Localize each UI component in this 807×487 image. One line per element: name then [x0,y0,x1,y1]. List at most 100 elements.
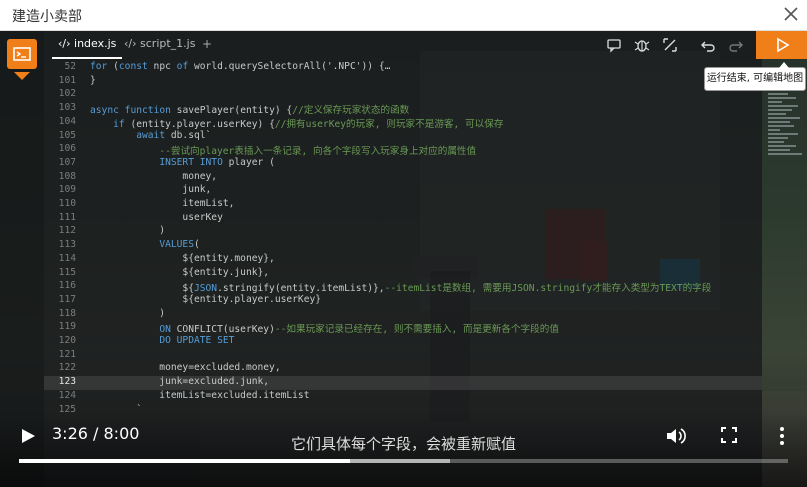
code-line[interactable]: 101} [44,75,762,89]
code-text: junk=excluded.junk, [90,376,270,388]
line-number: 109 [58,184,76,196]
line-number: 121 [58,348,76,360]
line-number: 114 [58,252,76,264]
close-icon[interactable] [781,4,801,24]
editor-toolbar [562,31,762,59]
code-text: userKey [90,211,223,223]
run-button[interactable] [756,31,807,59]
bug-icon[interactable] [634,37,650,53]
line-number: 101 [58,74,76,86]
code-text: ON CONFLICT(userKey)--如果玩家记录已经存在, 则不需要插入… [159,324,559,336]
line-number: 117 [58,293,76,305]
code-icon: ‹/› [58,37,71,50]
volume-icon[interactable] [664,425,686,447]
tab-index-js[interactable]: ‹/› index.js [51,37,123,59]
code-line[interactable]: 107 INSERT INTO player ( [44,157,762,171]
line-number: 52 [64,61,76,72]
code-line[interactable]: 120 DO UPDATE SET [44,335,762,349]
code-text: INSERT INTO player ( [159,156,275,168]
code-text: await db.sql` [136,129,212,141]
video-player[interactable]: ‹/› index.js ‹/› script_1.js + 52 for (co… [0,31,807,487]
code-line[interactable]: 102 [44,88,762,102]
line-number: 103 [58,102,76,114]
code-line[interactable]: 103 async function savePlayer(entity) {//… [44,102,762,116]
code-line[interactable]: 112 ) [44,225,762,239]
code-text: DO UPDATE SET [159,335,235,346]
code-text: async function savePlayer(entity) {//定义保… [90,105,410,117]
redo-icon[interactable] [728,37,744,53]
line-number: 111 [58,211,76,223]
code-line[interactable]: 117 ${entity.player.userKey} [44,294,762,308]
code-line[interactable]: 118 ) [44,308,762,322]
window-titlebar: 建造小卖部 [0,0,807,31]
code-text: ) [90,225,166,237]
line-number: 122 [58,362,76,374]
line-number: 116 [58,280,76,292]
comment-icon[interactable] [606,37,622,53]
line-number: 124 [58,389,76,401]
line-number: 102 [58,88,76,100]
code-line[interactable]: 110 itemList, [44,198,762,212]
code-text: itemList=excluded.itemList [90,389,310,401]
code-line[interactable]: 109 junk, [44,184,762,198]
code-text: itemList, [90,198,235,209]
line-number: 106 [58,143,76,155]
code-text: ${entity.junk}, [90,266,270,278]
play-outline-icon [777,37,790,53]
fullscreen-icon[interactable] [720,426,738,444]
code-line[interactable]: 124 itemList=excluded.itemList [44,390,762,404]
code-line[interactable]: 122 money=excluded.money, [44,362,762,376]
code-text: ${JSON.stringify(entity.itemList)},--ite… [90,283,712,295]
progress-bar[interactable] [19,459,788,463]
line-number: 104 [58,115,76,127]
line-number: 123 [58,376,76,388]
line-number: 112 [58,225,76,237]
add-tab-button[interactable]: + [202,37,212,51]
video-controls: 3:26 / 8:00 它们具体每个字段，会被重新赋值 [0,411,807,487]
code-text: --尝试向player表插入一条记录, 向各个字段写入玩家身上对应的属性值 [159,146,477,158]
code-text: money=excluded.money, [90,362,281,374]
expand-icon[interactable] [662,37,678,53]
code-text: ) [90,307,166,319]
code-icon: ‹/› [124,37,137,50]
code-text: money, [90,170,218,182]
code-line[interactable]: 121 [44,349,762,363]
progress-fill [19,459,350,463]
code-line[interactable]: 108 money, [44,171,762,185]
code-line[interactable]: 106 --尝试向player表插入一条记录, 向各个字段写入玩家身上对应的属性… [44,143,762,157]
code-line[interactable]: 116 ${JSON.stringify(entity.itemList)},-… [44,280,762,294]
line-number: 119 [58,321,76,333]
code-text: if (entity.player.userKey) {//拥有userKey的… [113,118,504,130]
code-line[interactable]: 115 ${entity.junk}, [44,267,762,281]
code-line[interactable]: 111 userKey [44,212,762,226]
line-number: 108 [58,170,76,182]
line-number: 118 [58,307,76,319]
script-tool-button[interactable] [7,39,37,69]
code-text: for (const npc of world.querySelectorAll… [90,61,391,72]
run-tooltip: 运行结束, 可编辑地图 [704,62,806,91]
line-number: 107 [58,156,76,168]
line-number: 110 [58,198,76,209]
code-minimap[interactable] [768,91,804,221]
line-number: 115 [58,266,76,278]
code-text: VALUES( [159,239,200,251]
tab-script-1-js[interactable]: ‹/› script_1.js [124,37,195,50]
code-line[interactable]: 113 VALUES( [44,239,762,253]
more-options-icon[interactable] [775,425,789,447]
line-number: 105 [58,129,76,141]
code-line[interactable]: 123 junk=excluded.junk, [44,376,762,390]
code-text: } [90,74,96,86]
code-text: ${entity.player.userKey} [90,293,322,305]
code-text: ${entity.money}, [90,252,275,264]
code-line[interactable]: 119 ON CONFLICT(userKey)--如果玩家记录已经存在, 则不… [44,321,762,335]
code-line[interactable]: 114 ${entity.money}, [44,253,762,267]
line-number: 113 [58,239,76,251]
code-line[interactable]: 104 if (entity.player.userKey) {//拥有user… [44,116,762,130]
terminal-icon [13,47,31,61]
line-number: 120 [58,335,76,346]
code-text: junk, [90,184,212,196]
window-title: 建造小卖部 [12,9,82,25]
code-line[interactable]: 105 await db.sql` [44,130,762,144]
undo-icon[interactable] [700,37,716,53]
code-line[interactable]: 52 for (const npc of world.querySelectorA… [44,61,762,75]
